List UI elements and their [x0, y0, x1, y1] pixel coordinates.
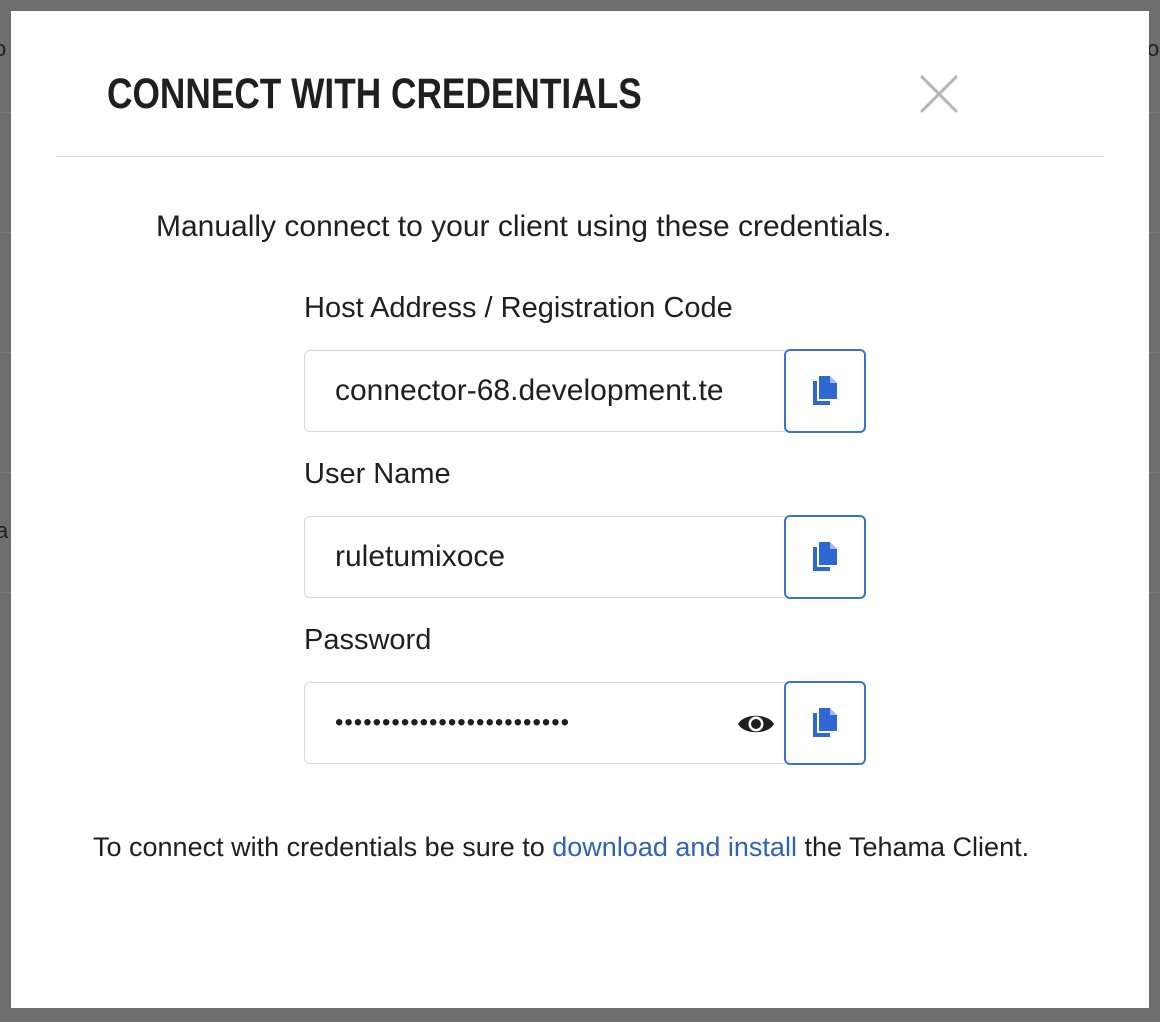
footer-suffix: the Tehama Client.	[796, 832, 1030, 862]
user-name-field	[304, 516, 785, 598]
copy-password-button[interactable]	[784, 681, 866, 765]
intro-text: Manually connect to your client using th…	[156, 210, 892, 243]
copy-icon	[813, 708, 837, 737]
user-name-input[interactable]	[305, 517, 785, 597]
show-password-button[interactable]	[737, 709, 775, 739]
host-address-field	[304, 350, 785, 432]
eye-icon	[738, 715, 774, 733]
footer-prefix: To connect with credentials be sure to	[93, 832, 553, 862]
copy-icon	[813, 376, 837, 405]
copy-icon	[813, 542, 837, 571]
background-text: o	[0, 36, 7, 61]
download-install-link[interactable]: download and install	[552, 832, 797, 862]
close-button[interactable]	[916, 71, 962, 117]
host-address-input[interactable]	[305, 351, 785, 431]
copy-user-name-button[interactable]	[784, 515, 866, 599]
modal-title: CONNECT WITH CREDENTIALS	[107, 70, 642, 118]
footer-text: To connect with credentials be sure to d…	[93, 830, 1029, 864]
host-address-label: Host Address / Registration Code	[304, 292, 733, 324]
password-label: Password	[304, 624, 432, 656]
background-text: o	[1149, 36, 1160, 61]
copy-host-address-button[interactable]	[784, 349, 866, 433]
user-name-label: User Name	[304, 458, 451, 490]
close-x-icon	[920, 75, 958, 113]
background-text: a	[0, 518, 9, 543]
password-field	[304, 682, 785, 764]
header-divider	[56, 156, 1104, 157]
background-right-clip: o	[1149, 0, 1160, 1022]
background-left-clip: o a	[0, 0, 11, 1022]
password-input[interactable]	[305, 683, 785, 763]
credentials-modal: CONNECT WITH CREDENTIALS Manually connec…	[11, 11, 1149, 1008]
